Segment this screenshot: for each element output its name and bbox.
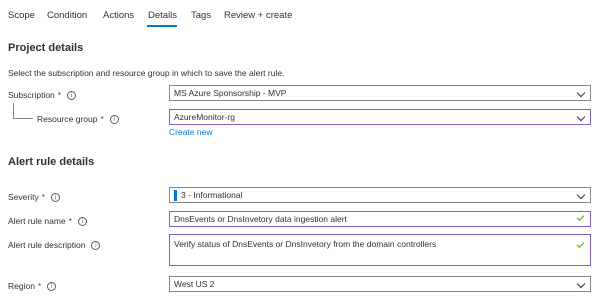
checkmark-icon — [576, 240, 585, 248]
subscription-label: Subscription * i — [8, 90, 77, 100]
tab-actions[interactable]: Actions — [103, 10, 134, 21]
info-icon[interactable]: i — [77, 216, 87, 226]
alert-rule-description-value: Verify status of DnsEvents or DnsInvetor… — [174, 239, 437, 249]
tree-connector — [13, 103, 14, 119]
resource-group-value: AzureMonitor-rg — [174, 112, 235, 122]
region-value: West US 2 — [174, 279, 215, 289]
project-details-description: Select the subscription and resource gro… — [8, 68, 285, 78]
tab-details[interactable]: Details — [148, 10, 177, 21]
alert-rule-name-value: DnsEvents or DnsInvetory data ingestion … — [174, 214, 347, 224]
severity-value: 3 - Informational — [181, 190, 243, 200]
alert-rule-name-label: Alert rule name * i — [8, 216, 87, 226]
info-icon[interactable]: i — [47, 281, 57, 291]
severity-label: Severity * i — [8, 192, 61, 202]
region-label-text: Region — [8, 281, 35, 291]
alert-rule-name-input[interactable]: DnsEvents or DnsInvetory data ingestion … — [169, 211, 591, 227]
alert-rule-details-heading: Alert rule details — [8, 156, 95, 168]
required-marker: * — [57, 90, 62, 100]
required-marker: * — [68, 216, 72, 226]
info-icon[interactable]: i — [51, 192, 61, 202]
tab-review-create[interactable]: Review + create — [224, 10, 292, 21]
tree-connector — [13, 118, 33, 119]
resource-group-label: Resource group * i — [37, 114, 119, 124]
active-tab-indicator — [147, 25, 177, 27]
resource-group-dropdown[interactable]: AzureMonitor-rg — [169, 109, 591, 125]
tab-tags[interactable]: Tags — [191, 10, 211, 21]
resource-group-label-text: Resource group — [37, 114, 98, 124]
severity-dropdown[interactable]: 3 - Informational — [169, 187, 591, 203]
project-details-heading: Project details — [8, 42, 84, 54]
alert-rule-description-textarea[interactable]: Verify status of DnsEvents or DnsInvetor… — [169, 234, 591, 266]
info-icon[interactable]: i — [67, 90, 77, 100]
info-icon[interactable]: i — [91, 240, 101, 250]
severity-indicator — [174, 189, 177, 201]
alert-rule-description-label-text: Alert rule description — [8, 240, 86, 250]
region-label: Region * i — [8, 281, 57, 291]
severity-label-text: Severity — [8, 192, 39, 202]
required-marker: * — [41, 192, 46, 202]
alert-rule-name-label-text: Alert rule name — [8, 216, 66, 226]
create-new-link[interactable]: Create new — [169, 127, 212, 137]
tab-scope[interactable]: Scope — [8, 10, 35, 21]
required-marker: * — [37, 281, 42, 291]
subscription-dropdown[interactable]: MS Azure Sponsorship - MVP — [169, 85, 591, 101]
subscription-label-text: Subscription — [8, 90, 55, 100]
tab-condition[interactable]: Condition — [47, 10, 87, 21]
info-icon[interactable]: i — [109, 114, 119, 124]
region-dropdown[interactable]: West US 2 — [169, 276, 591, 292]
alert-rule-description-label: Alert rule description i — [8, 240, 101, 250]
required-marker: * — [100, 114, 104, 124]
subscription-value: MS Azure Sponsorship - MVP — [174, 88, 287, 98]
